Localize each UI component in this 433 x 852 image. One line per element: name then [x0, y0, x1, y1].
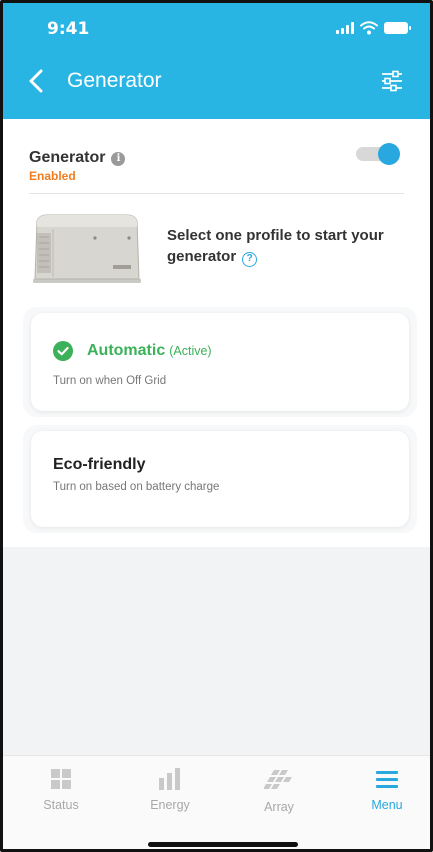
profile-card-automatic-wrap: Automatic (Active) Turn on when Off Grid [23, 307, 417, 417]
profile-card-automatic[interactable]: Automatic (Active) Turn on when Off Grid [31, 313, 409, 411]
tab-label: Menu [371, 798, 403, 812]
profile-name: Eco-friendly [53, 456, 146, 473]
home-indicator[interactable] [148, 842, 298, 847]
generator-content: Generator i Enabled Select one profile to [3, 119, 430, 547]
select-profile-prompt: Select one profile to start your generat… [167, 225, 407, 267]
select-profile-text: Select one profile to start your generat… [167, 227, 384, 265]
profile-description: Turn on when Off Grid [53, 375, 167, 387]
help-icon[interactable]: ? [242, 252, 258, 267]
profile-title: Automatic (Active) [87, 342, 212, 360]
active-tag: (Active) [169, 344, 212, 358]
check-circle-icon [53, 341, 73, 361]
generator-status: Enabled [29, 169, 76, 183]
tab-label: Energy [150, 798, 190, 812]
tab-label: Status [43, 798, 79, 812]
signal-icon [336, 22, 354, 34]
status-icons [336, 21, 411, 35]
battery-icon [384, 22, 411, 34]
wifi-icon [360, 21, 378, 35]
profile-card-eco-friendly[interactable]: Eco-friendly Turn on based on battery ch… [31, 431, 409, 527]
profile-name: Automatic [87, 342, 166, 359]
generator-heading: Generator i [29, 149, 126, 167]
status-time: 9:41 [47, 19, 90, 39]
toggle-knob [378, 143, 400, 165]
tab-menu[interactable]: Menu [347, 768, 427, 812]
tab-bar: Status Energy Array Menu [3, 755, 430, 849]
filter-settings-icon[interactable] [380, 69, 404, 93]
generator-image [33, 214, 141, 283]
profile-card-eco-wrap: Eco-friendly Turn on based on battery ch… [23, 425, 417, 533]
generator-toggle[interactable] [356, 143, 400, 165]
tab-energy[interactable]: Energy [130, 768, 210, 812]
app-frame: 9:41 Generator Generator i Enabled Selec… [0, 0, 433, 852]
grid-icon [51, 769, 71, 789]
menu-icon [376, 771, 398, 788]
nav-bar: Generator [3, 61, 430, 101]
page-title: Generator [67, 69, 162, 92]
back-arrow-icon[interactable] [25, 67, 49, 95]
generator-label: Generator [29, 149, 106, 166]
profile-description: Turn on based on battery charge [53, 481, 220, 493]
status-bar: 9:41 [3, 17, 430, 41]
header: 9:41 Generator [3, 3, 430, 119]
tab-status[interactable]: Status [21, 768, 101, 812]
bar-chart-icon [159, 768, 180, 790]
divider [29, 193, 404, 194]
tab-array[interactable]: Array [239, 768, 319, 814]
info-icon[interactable]: i [111, 152, 126, 166]
tab-label: Array [264, 800, 294, 814]
solar-panels-icon [264, 770, 292, 789]
